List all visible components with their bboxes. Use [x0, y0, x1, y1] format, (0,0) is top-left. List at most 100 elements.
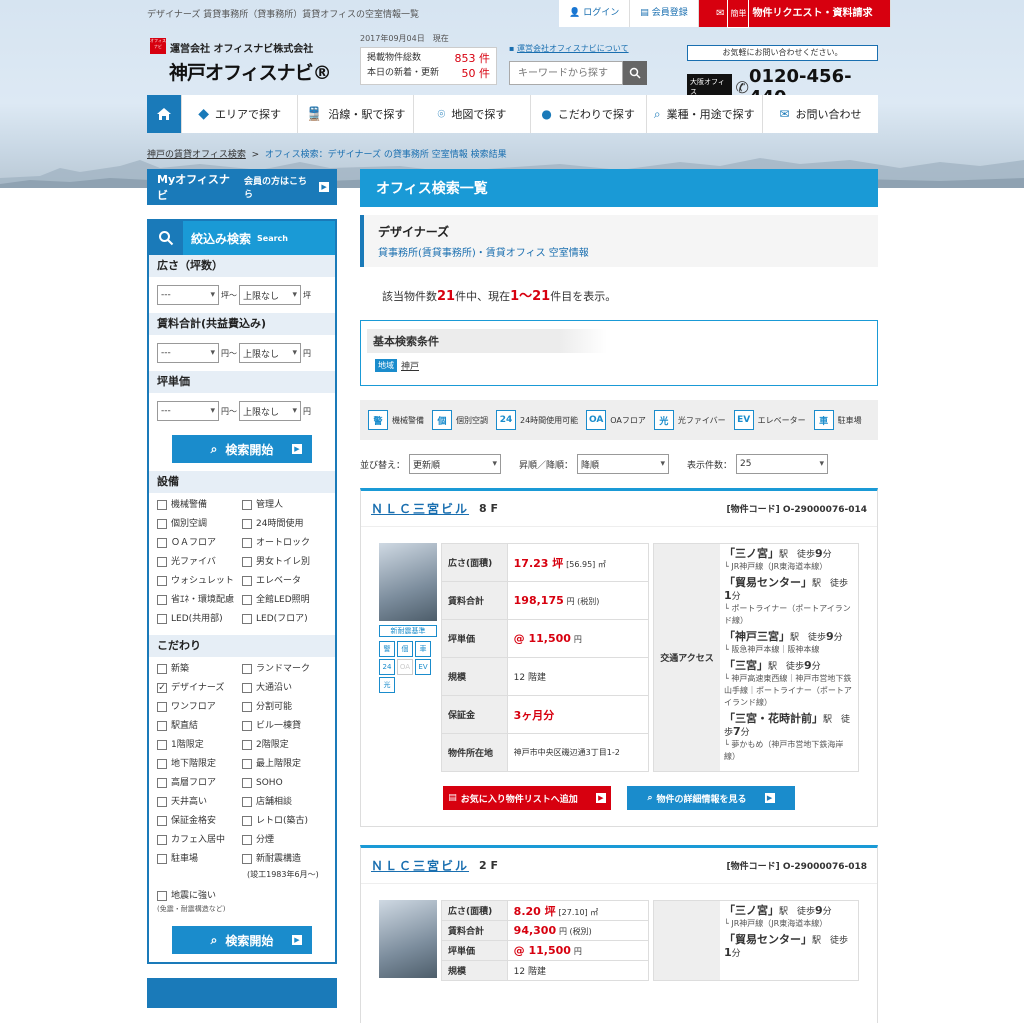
checkbox-pref-11[interactable]: 最上階限定 — [242, 756, 327, 772]
tsubo-min-select[interactable]: --- — [157, 401, 219, 421]
checkbox-pref-3[interactable]: 大通沿い — [242, 680, 327, 696]
checkbox-equip-9[interactable]: エレベータ — [242, 573, 327, 589]
access-entry: 「神戸三宮」駅 徒歩9分 └ 阪急神戸本線｜阪神本線 — [724, 630, 843, 655]
checkbox-pref-13[interactable]: SOHO — [242, 775, 327, 791]
main-content: オフィス検索一覧 デザイナーズ 貸事務所(賃貸事務所)・賃貸オフィス 空室情報 … — [360, 169, 878, 1023]
building-photo[interactable] — [379, 543, 437, 621]
checkbox-pref-9[interactable]: 2階限定 — [242, 737, 327, 753]
checkbox-pref-0[interactable]: 新築 — [157, 661, 242, 677]
checkbox-pref-20[interactable]: 駐車場 — [157, 851, 242, 867]
aircon-icon: 個 — [397, 641, 413, 657]
new-quake-note: (竣工1983年6月～) — [247, 870, 319, 879]
checkbox-equip-8[interactable]: ウォシュレット — [157, 573, 242, 589]
property-floor: 8 F — [479, 502, 499, 515]
checkbox-pref-15[interactable]: 店舗相談 — [242, 794, 327, 810]
company-name: 運営会社 オフィスナビ株式会社 — [170, 44, 314, 55]
search-condition-title: デザイナーズ 貸事務所(賃貸事務所)・賃貸オフィス 空室情報 — [360, 215, 878, 267]
order-select[interactable]: 降順 — [577, 454, 670, 474]
checkbox-pref-1[interactable]: ランドマーク — [242, 661, 327, 677]
property-card: ＮＬＣ三宮ビル 8 F [物件コード] O-29000076-014 新耐震基準… — [360, 488, 878, 827]
legend-label: 個別空調 — [456, 415, 488, 425]
rent-range: --- 円～ 上限なし 円 — [149, 335, 335, 371]
legend-icon-1: 個 — [432, 410, 452, 430]
nav-station[interactable]: 🚆 沿線・駅で探す — [297, 95, 413, 133]
site-logo[interactable]: オフィスナビ 運営会社 オフィスナビ株式会社 神戸オフィスナビ® — [147, 38, 357, 88]
icon-legend: 警機械警備個個別空調 24 24時間使用可能 OA OAフロア光光ファイバー EV エレベー… — [360, 400, 878, 440]
checkbox-equip-0[interactable]: 機械警備 — [157, 497, 242, 513]
checkbox-equip-4[interactable]: ＯＡフロア — [157, 535, 242, 551]
property-code: [物件コード] O-29000076-014 — [726, 505, 867, 515]
checkbox-pref-17[interactable]: レトロ(築古) — [242, 813, 327, 829]
view-details-button[interactable]: ⌕ 物件の詳細情報を見る ▶ — [627, 786, 795, 810]
rent-max-select[interactable]: 上限なし — [239, 343, 301, 363]
checkbox-equip-6[interactable]: 光ファイバ — [157, 554, 242, 570]
search-button[interactable] — [623, 61, 647, 85]
login-link[interactable]: 👤 ログイン — [559, 0, 631, 27]
checkbox-pref-8[interactable]: 1階限定 — [157, 737, 242, 753]
checkbox-equip-3[interactable]: 24時間使用 — [242, 516, 327, 532]
arrow-right-icon: ▶ — [292, 444, 302, 454]
nav-map[interactable]: ⌾ 地図で探す — [413, 95, 529, 133]
request-button[interactable]: ✉ 簡単 物件リクエスト・資料請求 — [698, 0, 891, 28]
favorites-list-bar[interactable] — [147, 978, 337, 1008]
my-officenavi-button[interactable]: Myオフィスナビ 会員の方はこちら ▶ — [147, 169, 337, 205]
sort-select[interactable]: 更新順 — [409, 454, 502, 474]
area-max-select[interactable]: 上限なし — [239, 285, 301, 305]
per-page-select[interactable]: 25 — [736, 454, 829, 474]
keyword-search-input[interactable] — [509, 61, 623, 85]
property-spec-table: 広さ(面積) 8.20 坪 [27.10] ㎡ 賃料合計 94,300 円 (税別)… — [441, 900, 650, 981]
phone-icon: ✆ — [735, 77, 749, 97]
nav-feature[interactable]: ● こだわりで探す — [529, 95, 646, 133]
search-start-button-bottom[interactable]: ⌕ 検索開始 ▶ — [172, 926, 312, 954]
checkbox-pref-5[interactable]: 分割可能 — [242, 699, 327, 715]
search-icon — [629, 67, 641, 79]
tsubo-max-select[interactable]: 上限なし — [239, 401, 301, 421]
property-name-link[interactable]: ＮＬＣ三宮ビル — [371, 857, 469, 874]
checkbox-equip-2[interactable]: 個別空調 — [157, 516, 242, 532]
area-min-select[interactable]: --- — [157, 285, 219, 305]
access-entry: 「貿易センター」駅 徒歩1分 — [724, 933, 849, 960]
property-spec-table: 広さ(面積) 17.23 坪 [56.95] ㎡ 賃料合計 198,175 円 (税… — [441, 543, 650, 772]
nav-area[interactable]: ◆ エリアで探す — [181, 95, 297, 133]
checkbox-equip-13[interactable]: LED(フロア) — [242, 611, 327, 627]
dots-icon: ● — [541, 107, 552, 121]
nav-industry[interactable]: ⌕ 業種・用途で探す — [645, 95, 762, 133]
building-photo[interactable] — [379, 900, 437, 978]
property-name-link[interactable]: ＮＬＣ三宮ビル — [371, 500, 469, 517]
property-floor: 2 F — [479, 859, 499, 872]
rent-min-select[interactable]: --- — [157, 343, 219, 363]
sidebar: Myオフィスナビ 会員の方はこちら ▶ 絞込み検索 Search 広さ（坪数） … — [147, 169, 337, 1008]
checkbox-pref-2[interactable]: ✓ デザイナーズ — [157, 680, 242, 696]
arrow-right-icon: ▶ — [595, 793, 606, 803]
add-favorite-button[interactable]: ▤ お気に入り物件リストへ追加 ▶ — [443, 786, 611, 810]
checkbox-pref-7[interactable]: ビル一棟貸 — [242, 718, 327, 734]
checkbox-pref-6[interactable]: 駅直結 — [157, 718, 242, 734]
checkbox-equip-11[interactable]: 全館LED照明 — [242, 592, 327, 608]
checkbox-equip-5[interactable]: オートロック — [242, 535, 327, 551]
tsubo-price-range: --- 円～ 上限なし 円 — [149, 393, 335, 429]
breadcrumb-home[interactable]: 神戸の賃貸オフィス検索 — [147, 150, 246, 160]
home-button[interactable] — [147, 95, 181, 133]
checkbox-pref-4[interactable]: ワンフロア — [157, 699, 242, 715]
checkbox-pref-12[interactable]: 高層フロア — [157, 775, 242, 791]
checkbox-pref-10[interactable]: 地下階限定 — [157, 756, 242, 772]
about-company-link[interactable]: ▪ 運営会社オフィスナビについて — [509, 43, 629, 54]
area-heading: 広さ（坪数） — [149, 255, 335, 277]
nav-contact[interactable]: ✉ お問い合わせ — [761, 95, 878, 133]
checkbox-pref-18[interactable]: カフェ入居中 — [157, 832, 242, 848]
checkbox-quake[interactable]: 地震に強い — [157, 888, 327, 904]
checkbox-pref-16[interactable]: 保証金格安 — [157, 813, 242, 829]
register-link[interactable]: ▤ 会員登録 — [630, 0, 699, 27]
area-tag: 地域 — [375, 359, 397, 372]
search-start-button[interactable]: ⌕ 検索開始 ▶ — [172, 435, 312, 463]
arrow-right-icon: ▶ — [319, 182, 330, 192]
stats-box: 掲載物件総数 853 件 本日の新着・更新 50 件 — [360, 47, 497, 85]
checkbox-equip-10[interactable]: 省ｴﾈ・環境配慮 — [157, 592, 242, 608]
checkbox-equip-1[interactable]: 管理人 — [242, 497, 327, 513]
contact-prompt: お気軽にお問い合わせください。 — [687, 45, 878, 61]
checkbox-pref-19[interactable]: 分煙 — [242, 832, 327, 848]
checkbox-equip-12[interactable]: LED(共用部) — [157, 611, 242, 627]
checkbox-pref-14[interactable]: 天井高い — [157, 794, 242, 810]
checkbox-pref-21[interactable]: 新耐震構造 — [242, 851, 327, 867]
checkbox-equip-7[interactable]: 男女トイレ別 — [242, 554, 327, 570]
